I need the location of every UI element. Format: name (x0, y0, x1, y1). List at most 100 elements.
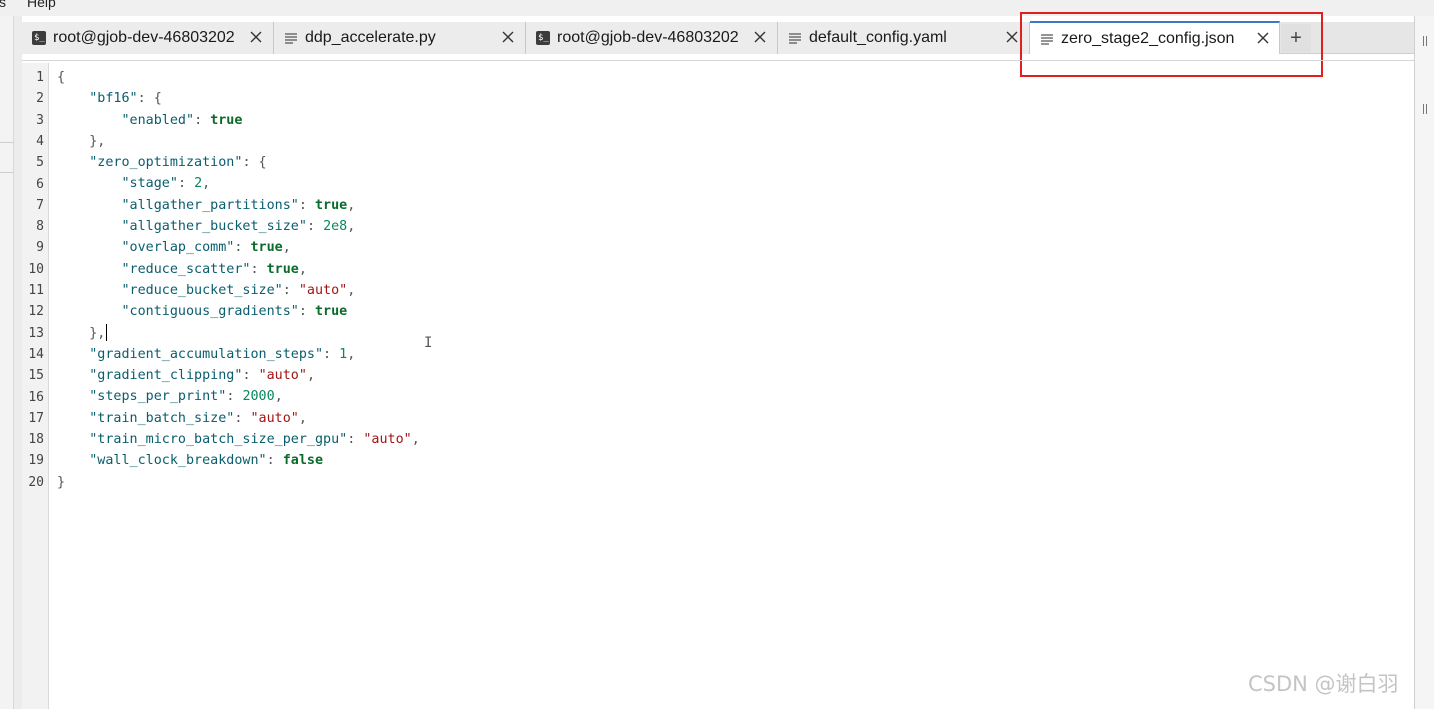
code-token: : (347, 432, 364, 448)
code-line: "train_micro_batch_size_per_gpu": "auto"… (57, 429, 420, 450)
code-token: , (274, 389, 283, 405)
tab-default-config[interactable]: default_config.yaml (778, 22, 1030, 54)
code-token: "wall_clock_breakdown" (89, 453, 267, 469)
code-token: 2e8 (323, 219, 348, 235)
code-token: , (282, 240, 291, 256)
tab-label: ddp_accelerate.py (305, 29, 436, 46)
close-icon[interactable] (1004, 29, 1020, 45)
code-line: "contiguous_gradients": true (57, 301, 420, 322)
line-number: 17 (28, 410, 44, 426)
code-token: true (266, 261, 299, 277)
code-token: }, (57, 133, 106, 149)
left-side-panel (0, 16, 14, 709)
line-number: 12 (28, 304, 44, 320)
terminal-icon: $_ (32, 31, 46, 45)
menu-item-help[interactable]: Help (27, 0, 56, 10)
code-token: , (298, 261, 307, 277)
code-token: : (234, 240, 251, 256)
right-side-panel (1414, 16, 1434, 709)
code-token: "auto" (250, 410, 299, 426)
code-token: }, (57, 325, 106, 341)
line-number: 7 (36, 197, 44, 213)
line-number: 2 (36, 91, 44, 107)
code-line: } (57, 472, 420, 493)
close-icon[interactable] (752, 29, 768, 45)
code-token: "auto" (298, 282, 348, 298)
editor-top-border (22, 60, 1414, 63)
code-editor[interactable]: { "bf16": { "enabled": true }, "zero_opt… (57, 67, 420, 493)
code-line: }, (57, 323, 420, 344)
close-icon[interactable] (500, 29, 516, 45)
code-line: "allgather_bucket_size": 2e8, (57, 216, 420, 237)
line-number: 10 (28, 261, 44, 277)
code-token: "zero_optimization" (89, 155, 243, 171)
code-line: "stage": 2, (57, 173, 420, 194)
code-token: "gradient_clipping" (89, 368, 243, 384)
line-number: 5 (36, 155, 44, 171)
code-token: 2000 (242, 389, 275, 405)
code-token: "auto" (363, 432, 412, 448)
tab-terminal-1[interactable]: $_ root@gjob-dev-46803202 (22, 22, 274, 54)
line-number: 3 (36, 112, 44, 128)
line-number: 11 (28, 283, 44, 298)
file-text-icon (285, 33, 297, 44)
code-token: : (298, 304, 315, 320)
code-line: "zero_optimization": { (57, 152, 420, 173)
code-token: "reduce_scatter" (121, 261, 251, 277)
line-number: 15 (28, 368, 44, 384)
panel-handle-icon[interactable] (1423, 36, 1427, 46)
file-text-icon (789, 33, 801, 44)
tab-ddp-accelerate[interactable]: ddp_accelerate.py (274, 22, 526, 54)
panel-handle-icon[interactable] (1423, 104, 1427, 114)
code-token: "allgather_bucket_size" (121, 219, 307, 235)
code-token: "steps_per_print" (89, 389, 227, 405)
tab-label: root@gjob-dev-46803202 (557, 29, 739, 46)
line-number: 19 (28, 453, 44, 469)
text-caret (106, 324, 108, 342)
code-token: : (242, 368, 259, 384)
code-token: , (347, 219, 356, 235)
code-token: "reduce_bucket_size" (121, 282, 283, 298)
code-line: "bf16": { (57, 88, 420, 109)
code-token: "enabled" (121, 112, 195, 128)
code-token: , (347, 346, 356, 362)
tab-terminal-2[interactable]: $_ root@gjob-dev-46803202 (526, 22, 778, 54)
code-token: : { (137, 91, 162, 107)
code-line: "gradient_clipping": "auto", (57, 365, 420, 386)
code-token: : (177, 176, 195, 192)
code-line: "enabled": true (57, 110, 420, 131)
line-number: 1 (36, 70, 44, 85)
code-token: false (282, 453, 324, 469)
code-token: : (266, 453, 283, 469)
code-token: "allgather_partitions" (121, 197, 299, 213)
code-token: "train_batch_size" (89, 410, 235, 426)
ibeam-cursor-icon: I (424, 335, 433, 351)
code-line: "reduce_bucket_size": "auto", (57, 280, 420, 301)
close-icon[interactable] (248, 29, 264, 45)
code-token: true (210, 112, 243, 128)
code-token: , (298, 410, 307, 426)
watermark: CSDN @谢白羽 (1248, 672, 1399, 696)
code-line: "steps_per_print": 2000, (57, 386, 420, 407)
code-token: , (411, 432, 420, 448)
line-number: 13 (28, 325, 44, 341)
line-number-gutter: 1 2 3 4 5 6 7 8 9 10 11 12 13 14 15 16 17 18 19 20 (22, 63, 49, 709)
code-token: "train_micro_batch_size_per_gpu" (89, 432, 348, 448)
code-token: : (194, 112, 211, 128)
code-token: true (315, 197, 348, 213)
menu-item-partial[interactable]: s (0, 0, 6, 10)
code-line: { (57, 67, 420, 88)
